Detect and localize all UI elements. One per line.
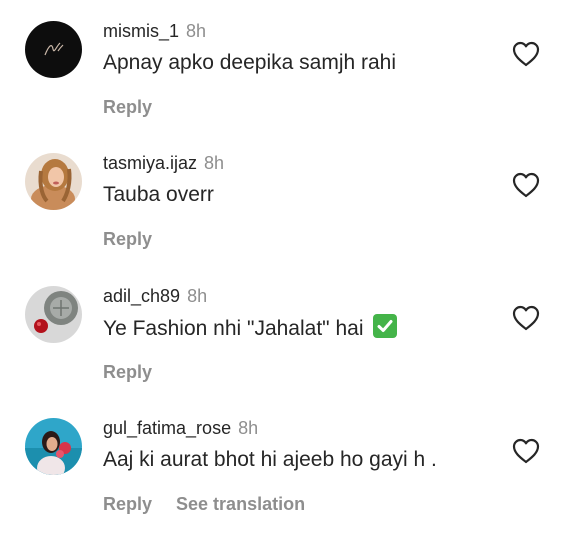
username[interactable]: mismis_1 (103, 21, 179, 41)
comment-item: gul_fatima_rose 8h Aaj ki aurat bhot hi a… (0, 417, 570, 537)
reply-button[interactable]: Reply (103, 97, 152, 117)
avatar[interactable] (25, 418, 82, 475)
comment-actions: Reply (103, 361, 152, 383)
username[interactable]: gul_fatima_rose (103, 418, 231, 438)
comment-text: Tauba overr (103, 183, 214, 206)
username[interactable]: tasmiya.ijaz (103, 153, 197, 173)
username[interactable]: adil_ch89 (103, 286, 180, 306)
timestamp: 8h (187, 286, 208, 306)
comment-meta: mismis_1 8h (103, 20, 206, 42)
check-mark-button-icon (373, 314, 398, 338)
comment-text: Aaj ki aurat bhot hi ajeeb ho gayi h . (103, 448, 437, 471)
comment-actions: Reply (103, 96, 152, 118)
comment-text: Ye Fashion nhi "Jahalat" hai (103, 314, 398, 343)
comment-meta: adil_ch89 8h (103, 285, 207, 307)
comment-text: Apnay apko deepika samjh rahi (103, 51, 397, 74)
comment-actions: Reply (103, 228, 152, 250)
timestamp: 8h (204, 153, 225, 173)
heart-icon[interactable] (512, 172, 540, 198)
reply-button[interactable]: Reply (103, 362, 152, 382)
timestamp: 8h (186, 21, 207, 41)
reply-button[interactable]: Reply (103, 494, 152, 514)
comment-text-body: Ye Fashion nhi "Jahalat" hai (103, 317, 364, 340)
heart-icon[interactable] (512, 41, 540, 67)
comment-actions: Reply See translation (103, 493, 305, 515)
comment-item: tasmiya.ijaz 8h Tauba overr Reply (0, 152, 570, 272)
avatar[interactable] (25, 21, 82, 78)
heart-icon[interactable] (512, 305, 540, 331)
see-translation-button[interactable]: See translation (176, 494, 305, 514)
timestamp: 8h (238, 418, 259, 438)
avatar[interactable] (25, 153, 82, 210)
avatar[interactable] (25, 286, 82, 343)
comment-meta: tasmiya.ijaz 8h (103, 152, 224, 174)
reply-button[interactable]: Reply (103, 229, 152, 249)
heart-icon[interactable] (512, 438, 540, 464)
comment-meta: gul_fatima_rose 8h (103, 417, 258, 439)
comment-item: mismis_1 8h Apnay apko deepika samjh rahi… (0, 20, 570, 140)
comment-item: adil_ch89 8h Ye Fashion nhi "Jahalat" hai… (0, 285, 570, 405)
